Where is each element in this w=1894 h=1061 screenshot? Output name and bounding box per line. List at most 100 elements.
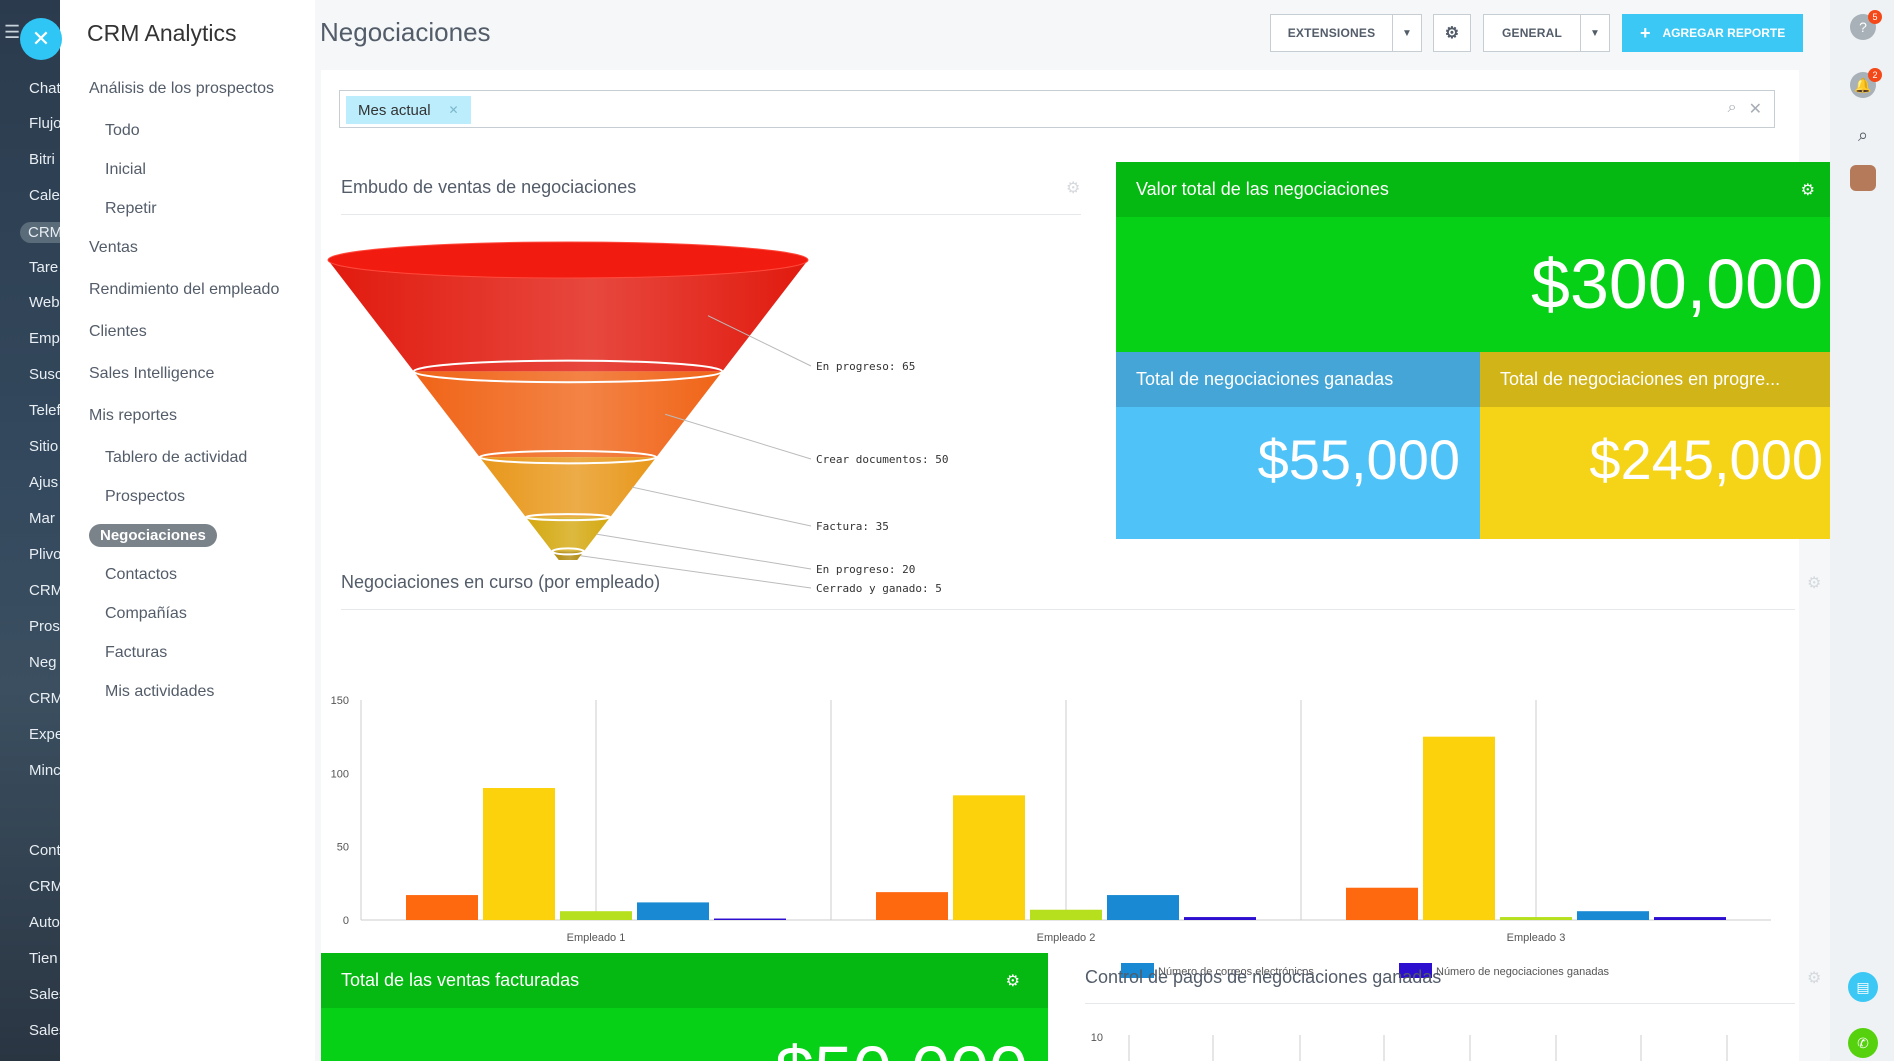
main-menu-item[interactable]: Emp — [29, 330, 60, 347]
extensions-dropdown-button[interactable]: ▼ — [1392, 14, 1422, 52]
main-menu-item[interactable]: Neg — [29, 654, 57, 671]
bar — [406, 895, 478, 920]
legend-label: Número de negociaciones ganadas — [1436, 966, 1610, 978]
hamburger-icon[interactable]: ☰ — [4, 22, 20, 43]
kpi-total-title: Valor total de las negociaciones — [1136, 179, 1389, 199]
close-slider-button[interactable]: ✕ — [20, 18, 62, 60]
document-icon[interactable]: ▤ — [1848, 972, 1878, 1002]
kpi-won-value: $55,000 — [1257, 428, 1460, 491]
invoiced-value: $50,000 — [775, 1031, 1028, 1061]
gear-icon[interactable]: ⚙ — [1801, 180, 1815, 200]
main-menu-item[interactable]: CRM — [29, 878, 60, 895]
main-menu-item[interactable]: Web — [29, 294, 60, 311]
kpi-progress-value: $245,000 — [1589, 428, 1823, 491]
nav-item[interactable]: Sales Intelligence — [89, 365, 214, 383]
main-menu-item[interactable]: Telef — [29, 402, 60, 419]
main-menu-item[interactable]: CRM — [29, 582, 60, 599]
add-report-button[interactable]: + AGREGAR REPORTE — [1622, 14, 1804, 52]
nav-item[interactable]: Todo — [105, 122, 140, 140]
plus-icon: + — [1640, 22, 1651, 43]
nav-item[interactable]: Contactos — [105, 566, 177, 584]
bar-settings-icon[interactable]: ⚙ — [1807, 573, 1821, 593]
gear-icon[interactable]: ⚙ — [1006, 971, 1020, 991]
y-tick-label: 150 — [331, 695, 349, 707]
bar — [1107, 895, 1179, 920]
search-icon[interactable]: ⌕ — [1728, 99, 1737, 119]
nav-item[interactable]: Prospectos — [105, 488, 185, 506]
nav-item[interactable]: Compañías — [105, 605, 187, 623]
nav-item[interactable]: Clientes — [89, 323, 147, 341]
main-menu-item[interactable]: Plivo — [29, 546, 60, 563]
nav-item[interactable]: Análisis de los prospectos — [89, 80, 274, 98]
y-tick-label: 10 — [1091, 1032, 1103, 1044]
main-menu-item[interactable]: Flujo — [29, 115, 60, 132]
main-menu-item[interactable]: Susc — [29, 366, 60, 383]
nav-item[interactable]: Facturas — [105, 644, 167, 662]
nav-item[interactable]: Negociaciones — [89, 524, 217, 547]
bar — [560, 911, 632, 920]
main-menu-item[interactable]: Auto — [29, 914, 60, 931]
main-menu-item[interactable]: Minc — [29, 762, 60, 779]
payments-chart: 10 — [1091, 1032, 1728, 1061]
funnel-settings-icon[interactable]: ⚙ — [1066, 178, 1080, 198]
main-menu-item[interactable]: Tien — [29, 950, 58, 967]
nav-item[interactable]: Mis reportes — [89, 407, 177, 425]
main-menu-item[interactable]: Pros — [29, 618, 60, 635]
filter-bar[interactable]: Mes actual ✕ ⌕ ✕ — [339, 90, 1775, 128]
funnel-label: En progreso: 65 — [816, 360, 915, 373]
kpi-progress-header: Total de negociaciones en progre... — [1480, 352, 1843, 407]
search-icon[interactable]: ⌕ — [1850, 122, 1876, 148]
y-tick-label: 100 — [331, 768, 349, 780]
nav-item[interactable]: Mis actividades — [105, 683, 214, 701]
filter-tag-label: Mes actual — [358, 101, 431, 119]
main-menu-item[interactable]: Sales — [29, 986, 60, 1003]
settings-button[interactable]: ⚙ — [1433, 14, 1471, 52]
slider-panel: CRM Analytics Análisis de los prospectos… — [60, 0, 1884, 1061]
nav-item[interactable]: Rendimiento del empleado — [89, 281, 279, 299]
kpi-won-title: Total de negociaciones ganadas — [1136, 369, 1394, 389]
clear-filter-icon[interactable]: ✕ — [1749, 99, 1762, 119]
main-menu-item[interactable]: Sitio — [29, 438, 58, 455]
filter-tag[interactable]: Mes actual ✕ — [346, 96, 471, 124]
nav-item[interactable]: Repetir — [105, 200, 157, 218]
remove-tag-icon[interactable]: ✕ — [449, 103, 459, 117]
avatar[interactable] — [1850, 165, 1876, 191]
bar — [876, 892, 948, 920]
main-menu-item[interactable]: Ajus — [29, 474, 58, 491]
main-menu-item[interactable]: Tare — [29, 259, 58, 276]
main-menu-item[interactable]: Mar — [29, 510, 55, 527]
payments-settings-icon[interactable]: ⚙ — [1807, 968, 1821, 988]
help-badge: 5 — [1868, 10, 1882, 24]
nav-item[interactable]: Inicial — [105, 161, 146, 179]
main-menu-item[interactable]: Cale — [29, 187, 60, 204]
nav-title: CRM Analytics — [87, 20, 237, 46]
general-button[interactable]: GENERAL — [1483, 14, 1581, 52]
x-tick-label: Empleado 2 — [1037, 932, 1096, 944]
general-dropdown-button[interactable]: ▼ — [1580, 14, 1610, 52]
nav-item[interactable]: Ventas — [89, 239, 138, 257]
funnel-label: Cerrado y ganado: 5 — [816, 582, 942, 595]
main-menu-item[interactable]: Sales — [29, 1022, 60, 1039]
main-menu-item[interactable]: CRM — [20, 222, 60, 243]
kpi-won-widget: Total de negociaciones ganadas $55,000 — [1116, 352, 1480, 539]
right-toolbar: ? 5 🔔 2 ⌕ ▤ ✆ — [1830, 0, 1894, 1061]
main-menu-item[interactable]: Bitri — [29, 151, 55, 168]
phone-icon[interactable]: ✆ — [1848, 1028, 1878, 1058]
background-main-menu: ☰ Chat Flujo Bitri Cale CRM Tare Web Emp Susc Tel… — [0, 0, 60, 1061]
funnel-leader-line — [664, 413, 812, 460]
x-tick-label: Empleado 3 — [1507, 932, 1566, 944]
kpi-total-header: Valor total de las negociaciones ⚙ — [1116, 162, 1843, 217]
extensions-button[interactable]: EXTENSIONES — [1270, 14, 1393, 52]
bar-chart: 0 50 100 150 Empleado 1 Empleado 2 Empleado 3 N… — [331, 695, 1771, 978]
main-menu-item[interactable]: Chat — [29, 80, 60, 97]
page-title: Negociaciones — [320, 17, 491, 47]
analytics-nav: CRM Analytics Análisis de los prospectos… — [60, 0, 315, 1061]
funnel-leader-line — [632, 486, 812, 527]
main-menu-item[interactable]: Cont — [29, 842, 60, 859]
nav-item[interactable]: Tablero de actividad — [105, 449, 247, 467]
bar — [1184, 917, 1256, 920]
funnel-chart: En progreso: 65 Crear documentos: 50 Factu… — [327, 241, 948, 595]
add-report-label: AGREGAR REPORTE — [1662, 26, 1786, 40]
main-menu-item[interactable]: CRM — [29, 690, 60, 707]
main-menu-item[interactable]: Expe — [29, 726, 60, 743]
